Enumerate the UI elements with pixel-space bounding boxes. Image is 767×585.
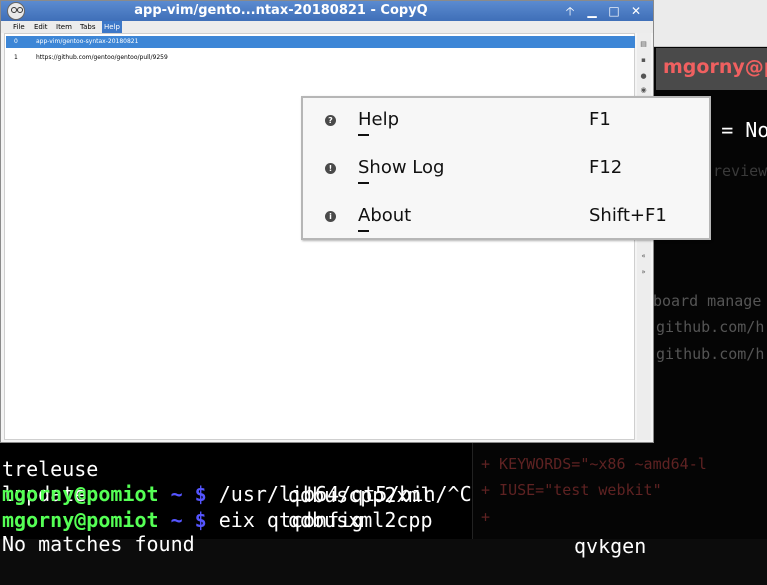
move-down-icon[interactable]: » bbox=[640, 269, 647, 276]
terminal-text: + IUSE="test webkit" bbox=[481, 481, 662, 499]
clipboard-item[interactable]: 0 app-vim/gentoo-syntax-20180821 bbox=[6, 36, 635, 48]
terminal-text: github.com/h bbox=[656, 318, 765, 336]
help-menu-item-help[interactable]: ? Help F1 bbox=[303, 98, 709, 146]
terminal-tab-header[interactable]: mgorny@p8 bbox=[656, 48, 767, 90]
terminal-text: + KEYWORDS="~x86 ~amd64-l bbox=[481, 455, 707, 473]
remove-item-icon[interactable]: ▪ bbox=[640, 57, 647, 64]
log-icon: ! bbox=[325, 163, 336, 174]
keep-on-top-button[interactable]: 🡡 bbox=[561, 3, 579, 19]
mnemonic-underline bbox=[358, 182, 369, 184]
prompt-path: ~ $ bbox=[158, 508, 219, 532]
help-menu-item-about[interactable]: i About Shift+F1 bbox=[303, 194, 709, 242]
record-icon[interactable]: ● bbox=[640, 73, 647, 80]
mnemonic-underline bbox=[358, 134, 369, 136]
terminal-line: mgorny@pomiot ~ $ /usr/lib64/qt5/bin/^C bbox=[2, 481, 472, 507]
new-item-icon[interactable]: ▤ bbox=[640, 41, 647, 48]
item-text: app-vim/gentoo-syntax-20180821 bbox=[36, 38, 139, 45]
view-icon[interactable]: ◉ bbox=[640, 87, 647, 94]
menu-help[interactable]: Help bbox=[102, 21, 122, 33]
menu-item-shortcut: F1 bbox=[589, 109, 611, 130]
menu-item-label: Help bbox=[358, 109, 400, 130]
menu-bar: File Edit Item Tabs Help bbox=[1, 21, 653, 33]
terminal-tab-title: mgorny@p8 bbox=[663, 56, 767, 78]
menu-tabs[interactable]: Tabs bbox=[78, 21, 98, 33]
item-index: 1 bbox=[14, 54, 18, 61]
title-bar[interactable]: app-vim/gento...ntax-20180821 - CopyQ 🡡 … bbox=[1, 1, 653, 21]
minimize-button[interactable]: ▁ bbox=[583, 3, 601, 19]
menu-item-label: About bbox=[358, 205, 412, 226]
info-icon: i bbox=[325, 211, 336, 222]
clipboard-item[interactable]: 1 https://github.com/gentoo/gentoo/pull/… bbox=[6, 52, 635, 64]
menu-item-shortcut: Shift+F1 bbox=[589, 205, 667, 226]
menu-item[interactable]: Item bbox=[54, 21, 74, 33]
help-menu-item-show-log[interactable]: ! Show Log F12 bbox=[303, 146, 709, 194]
menu-item-label: Show Log bbox=[358, 157, 445, 178]
menu-edit[interactable]: Edit bbox=[32, 21, 50, 33]
terminal-text: review bbox=[713, 162, 767, 180]
item-index: 0 bbox=[14, 38, 18, 45]
question-icon: ? bbox=[325, 115, 336, 126]
menu-file[interactable]: File bbox=[11, 21, 27, 33]
terminal-line: mgorny@pomiot ~ $ eix qtconfig bbox=[2, 507, 363, 533]
terminal-command: /usr/lib64/qt5/bin/^C bbox=[218, 482, 472, 506]
terminal-text: github.com/h bbox=[656, 345, 765, 363]
menu-item-shortcut: F12 bbox=[589, 157, 623, 178]
terminal-command: eix qtconfig bbox=[218, 508, 364, 532]
terminal-line: No matches found bbox=[2, 532, 195, 556]
mnemonic-underline bbox=[358, 230, 369, 232]
close-button[interactable]: ✕ bbox=[627, 3, 645, 19]
maximize-button[interactable]: □ bbox=[605, 3, 623, 19]
window-title: app-vim/gento...ntax-20180821 - CopyQ bbox=[134, 3, 428, 18]
terminal-text: board manage bbox=[653, 292, 762, 310]
move-up-icon[interactable]: « bbox=[640, 253, 647, 260]
prompt-user: mgorny@pomiot bbox=[2, 482, 159, 506]
prompt-path: ~ $ bbox=[158, 482, 219, 506]
item-text: https://github.com/gentoo/gentoo/pull/92… bbox=[36, 54, 168, 61]
prompt-user: mgorny@pomiot bbox=[2, 508, 159, 532]
terminal-text: + bbox=[481, 508, 491, 526]
help-menu: ? Help F1 ! Show Log F12 i About Shift+F… bbox=[301, 96, 711, 240]
